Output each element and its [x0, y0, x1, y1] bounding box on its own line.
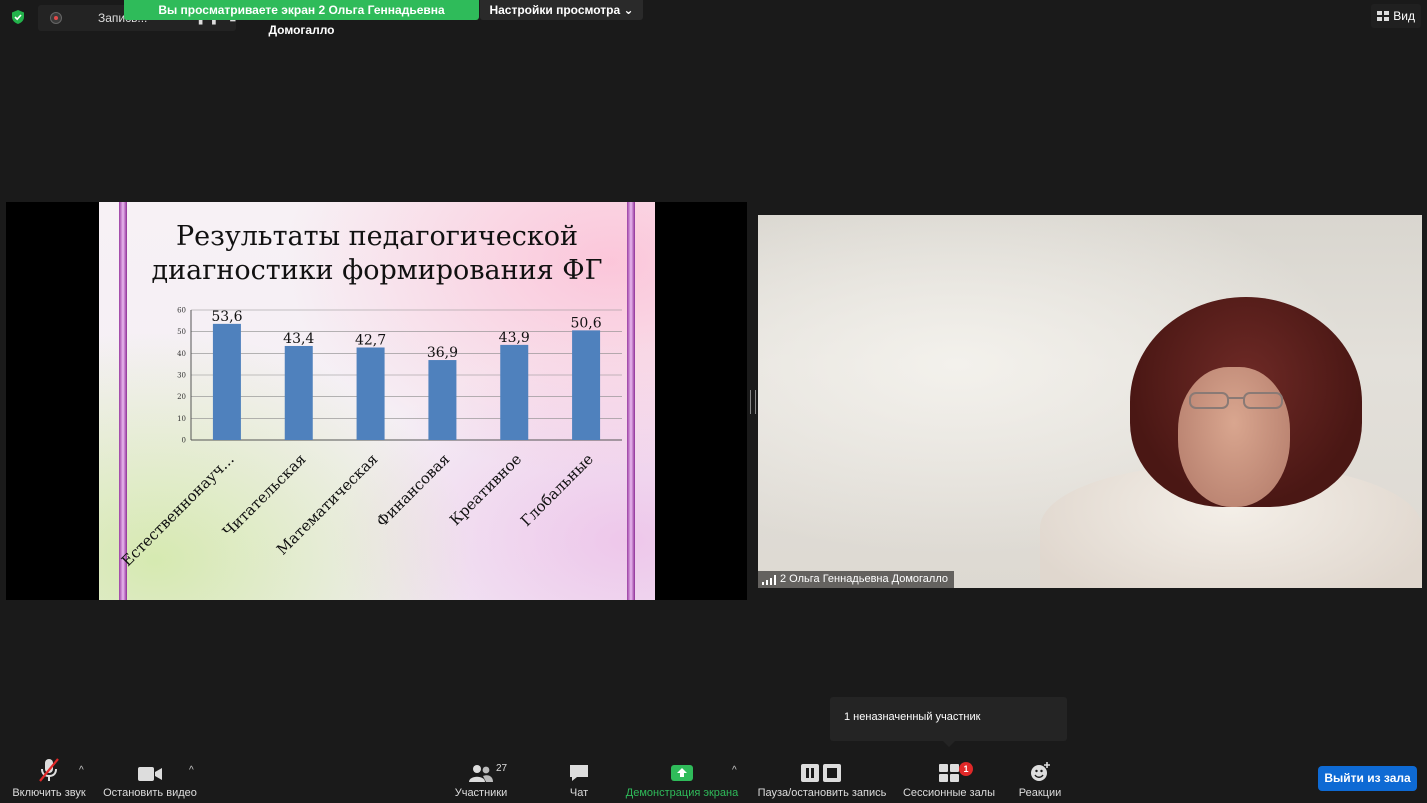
participant-video[interactable]	[758, 215, 1422, 588]
chat-icon	[570, 765, 588, 781]
unmute-label: Включить звук	[12, 787, 86, 799]
bar	[212, 323, 241, 440]
participant-name: 2 Ольга Геннадьевна Домогалло	[780, 573, 949, 585]
stop-video-button[interactable]: Остановить видео	[100, 749, 200, 803]
participants-button[interactable]: Участники	[448, 749, 514, 803]
share-screen-icon	[671, 765, 693, 781]
y-tick-label: 50	[177, 328, 186, 336]
category-label: Естественнонауч...	[118, 450, 238, 570]
participants-label: Участники	[454, 787, 508, 799]
category-label: Креативное	[446, 450, 525, 529]
y-tick-label: 20	[177, 393, 186, 401]
y-tick-label: 60	[177, 307, 186, 315]
category-label: Глобальные	[517, 450, 597, 530]
data-label: 42,7	[355, 332, 386, 348]
bar-chart: 0102030405060 53,6Естественнонауч...43,4Ч…	[118, 307, 622, 570]
pause-stop-icon	[801, 764, 841, 782]
grid-view-icon	[1377, 11, 1390, 21]
pause-stop-recording-button[interactable]: Пауза/остановить запись	[752, 749, 892, 803]
chat-button[interactable]: Чат	[559, 749, 599, 803]
bar	[284, 345, 313, 440]
y-tick-label: 40	[177, 350, 186, 358]
category-label: Финансовая	[373, 450, 453, 530]
bar	[572, 330, 601, 440]
stop-video-label: Остановить видео	[103, 787, 197, 799]
share-screen-label: Демонстрация экрана	[625, 787, 739, 799]
split-view-handle[interactable]	[750, 390, 756, 414]
presentation-slide: Результаты педагогической диагностики фо…	[99, 202, 655, 600]
sharing-banner: Вы просматриваете экран 2 Ольга Геннадье…	[124, 0, 479, 37]
bar	[428, 360, 457, 440]
video-options-caret[interactable]: ^	[189, 765, 194, 776]
y-tick-label: 0	[182, 437, 186, 445]
person-face	[1178, 367, 1290, 507]
signal-strength-icon	[762, 574, 776, 585]
breakout-rooms-button[interactable]: Сессионные залы	[898, 749, 1000, 803]
pause-stop-recording-label: Пауза/остановить запись	[757, 787, 887, 799]
y-tick-label: 10	[177, 415, 186, 423]
data-label: 53,6	[211, 309, 242, 325]
bar	[500, 344, 529, 440]
reactions-smiley-icon	[1031, 762, 1050, 781]
breakout-rooms-icon	[939, 764, 959, 782]
leave-meeting-button[interactable]: Выйти из зала	[1318, 766, 1417, 791]
breakout-tooltip: 1 неназначенный участник	[830, 697, 1067, 747]
bar	[356, 347, 385, 440]
video-camera-icon	[138, 767, 162, 781]
view-settings-button[interactable]: Настройки просмотра ⌄	[480, 0, 643, 20]
y-tick-label: 30	[177, 372, 186, 380]
reactions-label: Реакции	[1018, 787, 1062, 799]
security-shield-icon[interactable]	[10, 9, 26, 25]
share-screen-button[interactable]: Демонстрация экрана	[620, 749, 744, 803]
chat-label: Чат	[569, 787, 589, 799]
mic-options-caret[interactable]: ^	[79, 765, 84, 776]
unmute-button[interactable]: Включить звук	[8, 749, 90, 803]
recording-dot-icon	[50, 12, 62, 24]
reactions-button[interactable]: Реакции	[1012, 749, 1068, 803]
participant-name-tag: 2 Ольга Геннадьевна Домогалло	[758, 571, 955, 588]
view-settings-label: Настройки просмотра	[489, 3, 621, 17]
share-options-caret[interactable]: ^	[732, 765, 737, 776]
breakout-badge: 1	[959, 762, 973, 776]
data-label: 50,6	[570, 315, 601, 331]
glasses	[1189, 392, 1283, 409]
data-label: 43,9	[499, 330, 530, 346]
data-label: 36,9	[427, 345, 458, 361]
breakout-rooms-label: Сессионные залы	[902, 787, 996, 799]
participants-icon	[469, 765, 493, 782]
view-button-label: Вид	[1393, 9, 1415, 23]
view-button[interactable]: Вид	[1371, 4, 1421, 28]
chevron-down-icon: ⌄	[623, 3, 634, 17]
mic-muted-icon	[39, 758, 59, 782]
participants-count: 27	[496, 763, 508, 774]
data-label: 43,4	[283, 331, 314, 347]
